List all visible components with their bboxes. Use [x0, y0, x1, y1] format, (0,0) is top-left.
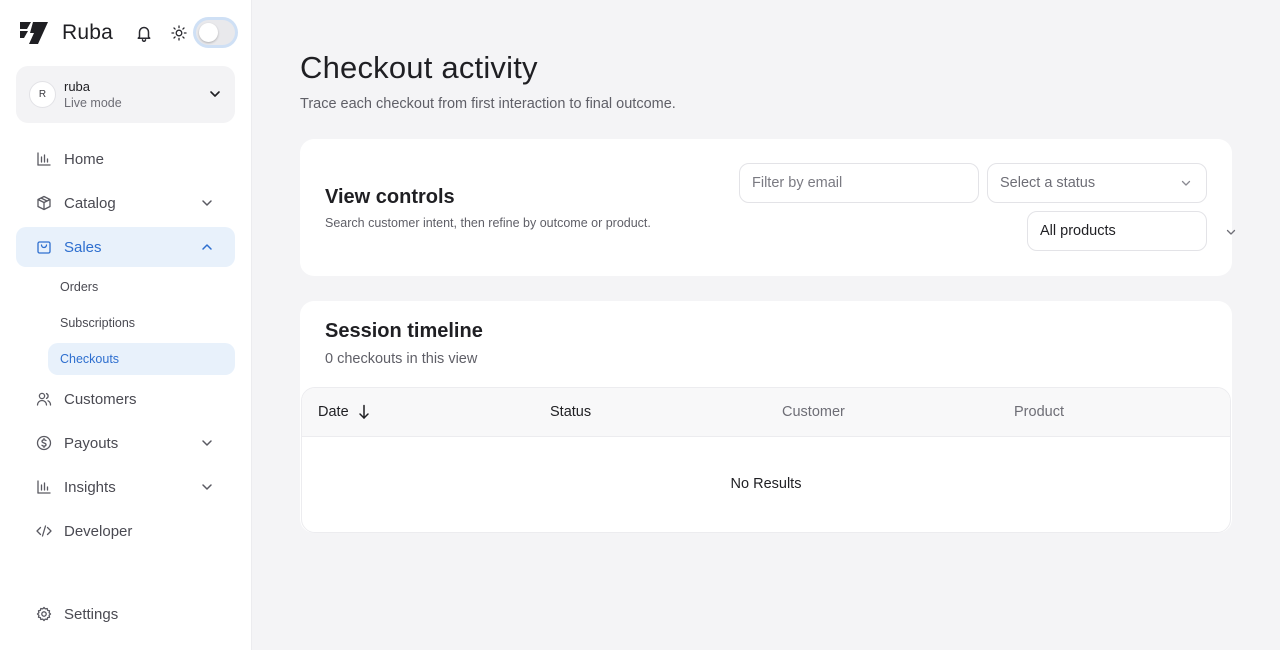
org-mode: Live mode: [64, 96, 122, 110]
avatar: R: [29, 81, 56, 108]
arrow-down-icon: [358, 404, 369, 419]
chevron-up-icon: [202, 244, 212, 250]
sidebar-item-label: Insights: [64, 478, 116, 496]
view-controls-subtitle: Search customer intent, then refine by o…: [325, 216, 651, 230]
page-subtitle: Trace each checkout from first interacti…: [300, 96, 676, 112]
sidebar-item-label: Sales: [64, 238, 102, 256]
sidebar-item-developer[interactable]: Developer: [16, 511, 235, 551]
users-icon: [36, 392, 52, 406]
sidebar-item-label: Payouts: [64, 434, 119, 452]
sidebar-item-insights[interactable]: Insights: [16, 467, 235, 507]
sidebar-item-label: Settings: [64, 605, 119, 623]
status-select-value: Select a status: [1000, 175, 1096, 191]
product-select-value: All products: [1040, 223, 1116, 239]
chevron-down-icon[interactable]: [1225, 226, 1237, 238]
table-header: Date Status Customer Product: [302, 388, 1230, 437]
brand-name: Ruba: [62, 21, 114, 44]
column-header-date[interactable]: Date: [318, 404, 370, 420]
status-select[interactable]: Select a status: [987, 163, 1207, 203]
sidebar-item-label: Catalog: [64, 194, 116, 212]
code-icon: [36, 525, 52, 537]
sidebar-item-sales[interactable]: Sales: [16, 227, 235, 267]
brand[interactable]: Ruba: [20, 18, 113, 48]
theme-toggle[interactable]: [193, 17, 238, 48]
dollar-circle-icon: [36, 435, 52, 451]
ruba-logo-icon: [20, 22, 48, 44]
checkout-count: 0 checkouts in this view: [325, 351, 478, 367]
toggle-track: [196, 20, 235, 45]
email-filter-input[interactable]: [752, 175, 962, 191]
chevron-down-icon: [202, 200, 212, 206]
sidebar-item-label: Home: [64, 150, 105, 168]
package-icon: [37, 195, 51, 211]
column-header-status[interactable]: Status: [550, 404, 591, 420]
sun-icon[interactable]: [171, 25, 187, 41]
sidebar-item-payouts[interactable]: Payouts: [16, 423, 235, 463]
chevron-down-icon: [1181, 180, 1191, 186]
sidebar-subitem-subscriptions[interactable]: Subscriptions: [48, 307, 235, 339]
org-switcher[interactable]: R ruba Live mode: [16, 66, 235, 123]
chevron-down-icon: [202, 484, 212, 490]
bar-chart-icon: [37, 480, 51, 494]
session-timeline-card: Session timeline 0 checkouts in this vie…: [300, 301, 1232, 533]
sidebar-item-label: Developer: [64, 522, 133, 540]
gear-icon: [36, 606, 52, 622]
sidebar-item-catalog[interactable]: Catalog: [16, 183, 235, 223]
chevron-down-icon: [210, 91, 220, 97]
sidebar-subitem-orders[interactable]: Orders: [48, 271, 235, 303]
sidebar-item-customers[interactable]: Customers: [16, 379, 235, 419]
column-header-customer: Customer: [782, 404, 845, 420]
bar-chart-icon: [37, 152, 51, 166]
shopping-bag-icon: [37, 241, 51, 254]
chevron-down-icon: [202, 440, 212, 446]
bell-icon[interactable]: [135, 24, 153, 42]
page-title: Checkout activity: [300, 50, 538, 85]
column-header-product: Product: [1014, 404, 1064, 420]
org-name: ruba: [64, 79, 91, 94]
column-header-label: Date: [318, 404, 349, 420]
sidebar-item-home[interactable]: Home: [16, 139, 235, 179]
toggle-knob: [199, 23, 218, 42]
view-controls-card: View controls Search customer intent, th…: [300, 139, 1236, 276]
sidebar-item-settings[interactable]: Settings: [16, 594, 235, 634]
session-timeline-title: Session timeline: [325, 320, 483, 342]
email-filter-field[interactable]: [739, 163, 979, 203]
sidebar: Ruba R ruba Live mode Home Catalog Sales: [0, 0, 252, 650]
checkouts-table: Date Status Customer Product No Results: [301, 387, 1231, 533]
product-select[interactable]: All products: [1027, 211, 1207, 251]
sidebar-subitem-checkouts[interactable]: Checkouts: [48, 343, 235, 375]
sidebar-item-label: Customers: [64, 390, 137, 408]
view-controls-title: View controls: [325, 186, 455, 208]
empty-state-text: No Results: [730, 476, 802, 492]
